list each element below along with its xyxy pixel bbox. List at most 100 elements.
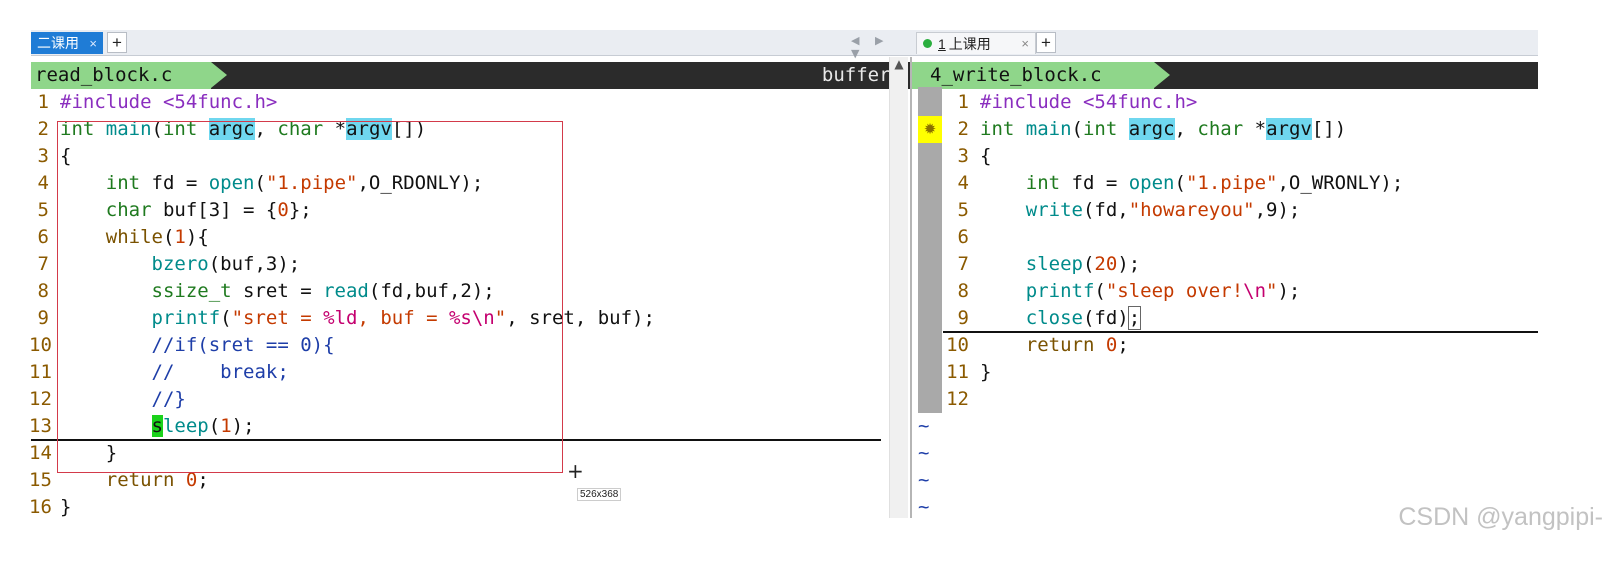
- code-line[interactable]: 5 char buf[3] = {0};: [31, 197, 312, 224]
- code-token: ;: [197, 469, 209, 491]
- line-number: 13: [31, 415, 52, 437]
- code-line[interactable]: 4 int fd = open("1.pipe",O_WRONLY);: [939, 170, 1404, 197]
- left-editor-pane[interactable]: 二课用 × + ◀ ▶ ▼ read_block.c buffers 1 #inc…: [31, 30, 912, 518]
- code-line[interactable]: 7 sleep(20);: [939, 251, 1141, 278]
- code-line[interactable]: 12: [939, 386, 980, 413]
- code-token: open: [208, 172, 255, 194]
- code-token: ,O_WRONLY);: [1277, 172, 1404, 194]
- code-line[interactable]: 11 // break;: [31, 359, 289, 386]
- line-number: 10: [31, 334, 52, 356]
- code-token: ": [494, 307, 507, 329]
- left-code-area[interactable]: 1 #include <54func.h> 2 int main(int argc, …: [31, 89, 912, 518]
- code-token: argc: [208, 118, 255, 140]
- code-line[interactable]: 9 close(fd);: [939, 305, 1142, 332]
- code-token: leep: [162, 415, 209, 437]
- code-token: char: [277, 118, 324, 140]
- new-tab-button[interactable]: +: [107, 32, 127, 53]
- code-line[interactable]: 2 int main(int argc, char *argv[]): [939, 116, 1346, 143]
- code-line[interactable]: 1 #include <54func.h>: [939, 89, 1198, 116]
- code-line[interactable]: 16}: [31, 494, 71, 518]
- code-line[interactable]: 8 printf("sleep over!\n");: [939, 278, 1301, 305]
- code-line[interactable]: 15 return 0;: [31, 467, 209, 494]
- code-token: (: [208, 415, 221, 437]
- right-code-area[interactable]: 1 #include <54func.h> 2 int main(int argc, …: [912, 89, 1538, 518]
- code-token: 1: [174, 226, 186, 248]
- code-line[interactable]: 8 ssize_t sret = read(fd,buf,2);: [31, 278, 495, 305]
- code-token: printf: [151, 307, 221, 329]
- code-token: 0: [185, 469, 198, 491]
- code-line[interactable]: 6: [939, 224, 980, 251]
- code-token: }: [980, 361, 992, 383]
- code-token: return: [1025, 334, 1095, 356]
- code-token: bzero: [151, 253, 209, 275]
- tab-close-icon[interactable]: ×: [81, 36, 97, 51]
- code-line[interactable]: 2 int main(int argc, char *argv[]): [31, 116, 426, 143]
- left-status-line: read_block.c buffers: [31, 62, 912, 89]
- line-number: 9: [37, 307, 49, 329]
- code-token: 0: [1105, 334, 1118, 356]
- scroll-up-icon[interactable]: ▲: [890, 57, 908, 71]
- code-token: 20: [1094, 253, 1118, 275]
- tab-right[interactable]: 1 上课用 ×: [916, 32, 1036, 54]
- code-line[interactable]: 3{: [939, 143, 992, 170]
- code-line[interactable]: 14 }: [31, 440, 117, 467]
- code-line[interactable]: 12 //}: [31, 386, 186, 413]
- code-token: []): [391, 118, 427, 140]
- code-token: sleep: [1025, 253, 1083, 275]
- code-token: #include <54func.h>: [60, 91, 278, 113]
- code-line[interactable]: 5 write(fd,"howareyou",9);: [939, 197, 1301, 224]
- line-number: 2: [957, 118, 969, 140]
- line-number: 5: [957, 199, 969, 221]
- tab-close-icon[interactable]: ×: [1013, 36, 1029, 51]
- code-line[interactable]: 11}: [939, 359, 991, 386]
- code-token: int: [105, 172, 141, 194]
- new-tab-button[interactable]: +: [1036, 32, 1056, 53]
- line-number: 3: [957, 145, 969, 167]
- code-line[interactable]: 7 bzero(buf,3);: [31, 251, 301, 278]
- code-token: argc: [1128, 118, 1175, 140]
- code-line[interactable]: 10 return 0;: [939, 332, 1129, 359]
- right-status-line: 4_write_block.c: [912, 62, 1538, 89]
- code-line[interactable]: 10 //if(sret == 0){: [31, 332, 335, 359]
- code-line[interactable]: 6 while(1){: [31, 224, 209, 251]
- line-number: 16: [31, 496, 52, 518]
- breakpoint-sign-icon[interactable]: ✹: [918, 116, 942, 143]
- code-token: buf[3] = {: [151, 199, 278, 221]
- code-token: while: [105, 226, 163, 248]
- line-number: 9: [957, 307, 969, 329]
- code-token: printf: [1025, 280, 1095, 302]
- code-token: int: [980, 118, 1015, 140]
- code-token: ;: [1127, 306, 1142, 330]
- code-token: // break;: [151, 361, 289, 383]
- code-token: s: [151, 415, 163, 437]
- tab-left-active[interactable]: 二课用 ×: [31, 32, 103, 54]
- code-line[interactable]: 1 #include <54func.h>: [31, 89, 278, 116]
- selection-size-tooltip: 526x368: [577, 488, 622, 501]
- code-token: read: [323, 280, 369, 302]
- code-line[interactable]: 13 sleep(1);: [31, 413, 255, 440]
- code-line[interactable]: 4 int fd = open("1.pipe",O_RDONLY);: [31, 170, 484, 197]
- code-line[interactable]: 9 printf("sret = %ld, buf = %s\n", sret,…: [31, 305, 655, 332]
- right-editor-pane[interactable]: 1 上课用 × + 4_write_block.c 1 #include <54f…: [912, 30, 1538, 518]
- tab-label: 二课用: [37, 35, 79, 51]
- line-number: 8: [37, 280, 49, 302]
- code-line[interactable]: 3{: [31, 143, 72, 170]
- code-token: {: [60, 145, 72, 167]
- right-tab-bar: 1 上课用 × +: [912, 30, 1538, 56]
- left-scrollbar[interactable]: ▲: [889, 57, 908, 518]
- code-token: argv: [346, 118, 392, 140]
- code-token: };: [288, 199, 312, 221]
- code-token: "sret =: [231, 307, 324, 329]
- code-token: *: [1243, 118, 1267, 140]
- code-token: argv: [1266, 118, 1312, 140]
